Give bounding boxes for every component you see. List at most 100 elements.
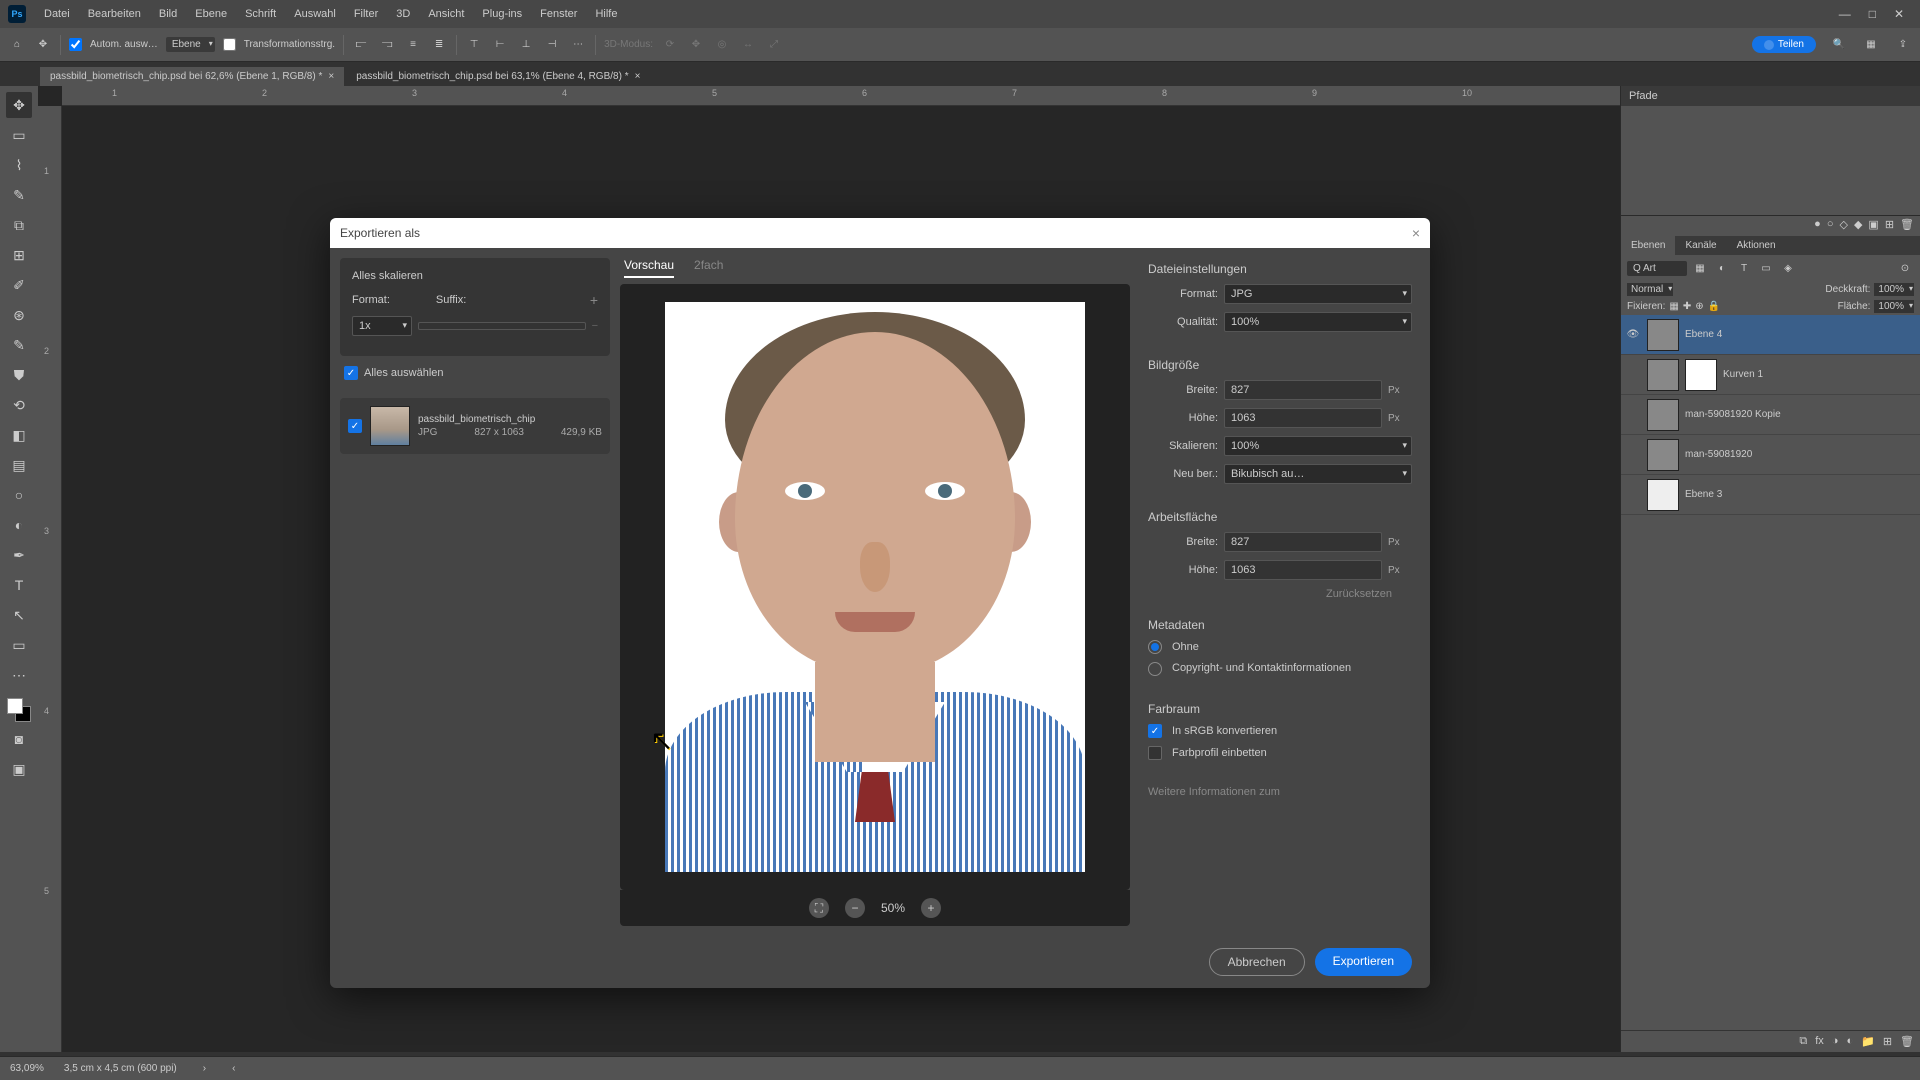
menu-bearbeiten[interactable]: Bearbeiten	[80, 4, 149, 24]
shape-tool-icon[interactable]: ▭	[6, 632, 32, 658]
layer-mask-icon[interactable]: ◑	[1832, 1035, 1839, 1048]
layer-name[interactable]: Ebene 4	[1685, 329, 1722, 340]
add-size-icon[interactable]: +	[590, 292, 598, 308]
status-docsize[interactable]: 3,5 cm x 4,5 cm (600 ppi)	[64, 1063, 177, 1074]
suffix-input[interactable]	[418, 322, 586, 330]
heal-tool-icon[interactable]: ⊛	[6, 302, 32, 328]
menu-hilfe[interactable]: Hilfe	[587, 4, 625, 24]
share-button[interactable]: Teilen	[1752, 36, 1816, 53]
fill-dropdown[interactable]: 100%	[1874, 300, 1914, 313]
delete-layer-icon[interactable]: 🗑	[1900, 1035, 1914, 1048]
menu-ansicht[interactable]: Ansicht	[420, 4, 472, 24]
layer-row[interactable]: 👁 Ebene 4	[1621, 315, 1920, 355]
layer-row[interactable]: Kurven 1	[1621, 355, 1920, 395]
gradient-tool-icon[interactable]: ▤	[6, 452, 32, 478]
window-min-icon[interactable]: —	[1839, 7, 1851, 21]
reset-button[interactable]: Zurücksetzen	[1148, 588, 1412, 600]
height-input[interactable]: 1063	[1224, 408, 1382, 428]
filter-smart-icon[interactable]: ◈	[1779, 259, 1797, 277]
metadata-none-radio[interactable]	[1148, 640, 1162, 654]
status-zoom[interactable]: 63,09%	[10, 1063, 44, 1074]
metadata-copy-radio[interactable]	[1148, 662, 1162, 676]
align-hcenter-icon[interactable]: ⫎	[378, 36, 396, 54]
cheight-input[interactable]: 1063	[1224, 560, 1382, 580]
move-tool-icon[interactable]: ✥	[34, 36, 52, 54]
opacity-dropdown[interactable]: 100%	[1874, 283, 1914, 296]
zoom-in-icon[interactable]: +	[921, 898, 941, 918]
stamp-tool-icon[interactable]: ⛊	[6, 362, 32, 388]
preview-tab-vorschau[interactable]: Vorschau	[624, 258, 674, 278]
link-layers-icon[interactable]: ⧉	[1799, 1035, 1807, 1048]
filter-shape-icon[interactable]: ▭	[1757, 259, 1775, 277]
lock-position-icon[interactable]: ✚	[1683, 301, 1691, 312]
lock-all-icon[interactable]: 🔒	[1708, 301, 1720, 312]
close-icon[interactable]: ×	[635, 71, 641, 82]
width-input[interactable]: 827	[1224, 380, 1382, 400]
align-more-icon[interactable]: ≣	[430, 36, 448, 54]
path-select-tool-icon[interactable]: ↖	[6, 602, 32, 628]
filter-type-icon[interactable]: T	[1735, 259, 1753, 277]
tab-ebenen[interactable]: Ebenen	[1621, 236, 1675, 255]
close-icon[interactable]: ×	[328, 71, 334, 82]
preview-tab-2fach[interactable]: 2fach	[694, 258, 723, 278]
path-stroke-icon[interactable]: ○	[1827, 218, 1834, 234]
layer-row[interactable]: Ebene 3	[1621, 475, 1920, 515]
pen-tool-icon[interactable]: ✒	[6, 542, 32, 568]
layer-name[interactable]: man-59081920 Kopie	[1685, 409, 1781, 420]
menu-ebene[interactable]: Ebene	[187, 4, 235, 24]
scale-select[interactable]: 100%	[1224, 436, 1412, 456]
asset-row[interactable]: ✓ passbild_biometrisch_chip JPG 827 x 10…	[340, 398, 610, 454]
menu-plugins[interactable]: Plug-ins	[474, 4, 530, 24]
filter-image-icon[interactable]: ▦	[1691, 259, 1709, 277]
status-chevron-icon[interactable]: ›	[203, 1063, 206, 1074]
menu-filter[interactable]: Filter	[346, 4, 386, 24]
cwidth-input[interactable]: 827	[1224, 532, 1382, 552]
filter-toggle-icon[interactable]: ⊙	[1896, 259, 1914, 277]
window-close-icon[interactable]: ✕	[1894, 7, 1904, 21]
asset-checkbox[interactable]: ✓	[348, 419, 362, 433]
distribute-bottom-icon[interactable]: ⊥	[517, 36, 535, 54]
distribute-vcenter-icon[interactable]: ⊢	[491, 36, 509, 54]
lasso-tool-icon[interactable]: ⌇	[6, 152, 32, 178]
type-tool-icon[interactable]: T	[6, 572, 32, 598]
menu-fenster[interactable]: Fenster	[532, 4, 585, 24]
window-max-icon[interactable]: □	[1869, 7, 1876, 21]
history-brush-tool-icon[interactable]: ⟲	[6, 392, 32, 418]
quickmask-tool-icon[interactable]: ◙	[6, 726, 32, 752]
tab-aktionen[interactable]: Aktionen	[1727, 236, 1786, 255]
export-button[interactable]: Exportieren	[1315, 948, 1412, 976]
eyedropper-tool-icon[interactable]: ✐	[6, 272, 32, 298]
workspace-icon[interactable]: ▦	[1862, 36, 1880, 54]
marquee-tool-icon[interactable]: ▭	[6, 122, 32, 148]
cancel-button[interactable]: Abbrechen	[1209, 948, 1305, 976]
fit-icon[interactable]: ⛶	[809, 898, 829, 918]
close-icon[interactable]: ×	[1412, 225, 1420, 241]
layer-fx-icon[interactable]: fx	[1815, 1035, 1824, 1048]
layer-select-dropdown[interactable]: Ebene	[166, 37, 215, 52]
adjustment-layer-icon[interactable]: ◐	[1846, 1035, 1853, 1048]
align-right-icon[interactable]: ≡	[404, 36, 422, 54]
path-delete-icon[interactable]: 🗑	[1900, 218, 1914, 234]
format-select[interactable]: JPG	[1224, 284, 1412, 304]
move-tool-icon[interactable]: ✥	[6, 92, 32, 118]
path-combine-icon[interactable]: ◆	[1854, 218, 1862, 234]
path-selection-icon[interactable]: ◇	[1839, 218, 1847, 234]
brush-tool-icon[interactable]: ✎	[6, 332, 32, 358]
color-swatch[interactable]	[7, 698, 31, 722]
distribute-top-icon[interactable]: ⊤	[465, 36, 483, 54]
frame-tool-icon[interactable]: ⊞	[6, 242, 32, 268]
menu-auswahl[interactable]: Auswahl	[286, 4, 344, 24]
quick-select-tool-icon[interactable]: ✎	[6, 182, 32, 208]
home-icon[interactable]: ⌂	[8, 36, 26, 54]
zoom-out-icon[interactable]: −	[845, 898, 865, 918]
layer-name[interactable]: Kurven 1	[1723, 369, 1763, 380]
new-layer-icon[interactable]: ⊞	[1883, 1035, 1892, 1048]
remove-size-icon[interactable]: −	[592, 320, 598, 332]
resample-select[interactable]: Bikubisch au…	[1224, 464, 1412, 484]
lock-pixels-icon[interactable]: ▦	[1669, 301, 1678, 312]
document-tab-2[interactable]: passbild_biometrisch_chip.psd bei 63,1% …	[346, 67, 650, 86]
dodge-tool-icon[interactable]: ◐	[6, 512, 32, 538]
auto-select-checkbox[interactable]	[69, 38, 82, 51]
layer-filter-dropdown[interactable]: Q Art	[1627, 261, 1687, 276]
search-icon[interactable]: 🔍	[1830, 36, 1848, 54]
